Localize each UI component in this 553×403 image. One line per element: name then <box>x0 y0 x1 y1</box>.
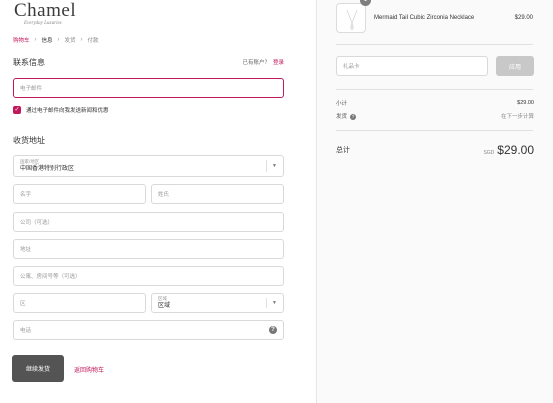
login-prompt: 已有账户？ 登录 <box>242 58 284 66</box>
shipping-value: 在下一步计算 <box>500 114 534 120</box>
brand-logo[interactable]: Chamel Everyday Luxuries <box>14 0 77 26</box>
chevron-down-icon: ▼ <box>272 163 277 169</box>
newsletter-checkbox[interactable]: ✓ <box>13 106 21 114</box>
contact-section-title: 联系信息 <box>13 58 45 67</box>
region-select[interactable]: 区域 区域 ▼ <box>151 293 284 313</box>
total-value: $29.00 <box>497 143 534 157</box>
breadcrumb-cart[interactable]: 购物车 <box>13 36 30 44</box>
have-account-text: 已有账户？ <box>242 60 270 66</box>
summary-divider <box>336 130 533 131</box>
total-label: 总计 <box>336 147 350 154</box>
breadcrumb-info: 信息 <box>41 38 53 44</box>
apartment-placeholder: 公寓、房间号等（可选） <box>20 274 81 280</box>
phone-placeholder: 电话 <box>20 328 32 334</box>
country-select[interactable]: 国家/地区 中国香港特别行政区 ▼ <box>13 155 284 177</box>
necklace-icon <box>346 10 358 30</box>
email-placeholder: 电子邮件 <box>20 86 43 92</box>
summary-divider <box>336 44 533 45</box>
company-placeholder: 公司（可选） <box>20 220 54 226</box>
summary-divider <box>336 89 533 90</box>
subtotal-row: 小计 $29.00 <box>336 99 534 107</box>
chevron-right-icon: › <box>57 37 60 43</box>
return-to-cart-link[interactable]: 返回购物车 <box>74 365 104 374</box>
shipping-cost-row: 发货? 在下一步计算 <box>336 112 534 120</box>
product-name: Mermaid Tail Cubic Zirconia Necklace <box>374 15 475 21</box>
first-name-field[interactable]: 名字 <box>13 184 146 204</box>
chevron-down-icon: ▼ <box>272 300 277 306</box>
phone-field[interactable]: 电话 ? <box>13 320 284 340</box>
checkout-main: Chamel Everyday Luxuries 购物车 › 信息 › 发货 ›… <box>0 0 316 403</box>
chevron-right-icon: › <box>80 37 83 43</box>
apply-button[interactable]: 应用 <box>496 56 534 76</box>
shipping-section-title: 收货地址 <box>13 136 45 145</box>
product-price: $29.00 <box>514 15 533 21</box>
login-link[interactable]: 登录 <box>273 60 284 66</box>
newsletter-label: 通过电子邮件向我发送新闻和优惠 <box>26 108 109 114</box>
total-row: 总计 SGD $29.00 <box>336 141 534 159</box>
last-name-field[interactable]: 姓氏 <box>151 184 284 204</box>
address-placeholder: 地址 <box>20 247 32 253</box>
product-thumbnail <box>336 3 366 33</box>
breadcrumb-shipping: 发货 <box>64 38 76 44</box>
question-icon[interactable]: ? <box>350 113 357 120</box>
subtotal-value: $29.00 <box>517 100 534 106</box>
select-divider <box>266 298 267 308</box>
breadcrumb-payment: 付款 <box>87 38 99 44</box>
first-name-placeholder: 名字 <box>20 192 32 198</box>
total-currency: SGD <box>483 150 495 156</box>
subtotal-label: 小计 <box>336 101 348 107</box>
gift-card-input[interactable]: 礼品卡 <box>336 56 488 76</box>
select-divider <box>266 160 267 172</box>
district-field[interactable]: 区 <box>13 293 146 313</box>
help-icon[interactable]: ? <box>269 326 277 334</box>
chevron-right-icon: › <box>34 37 37 43</box>
company-field[interactable]: 公司（可选） <box>13 212 284 232</box>
brand-tagline: Everyday Luxuries <box>24 21 62 26</box>
email-field[interactable]: 电子邮件 <box>13 78 284 98</box>
country-value: 中国香港特别行政区 <box>20 166 75 172</box>
address-field[interactable]: 地址 <box>13 239 284 259</box>
shipping-label: 发货 <box>336 114 348 120</box>
last-name-placeholder: 姓氏 <box>158 192 170 198</box>
breadcrumb: 购物车 › 信息 › 发货 › 付款 <box>13 36 99 44</box>
apartment-field[interactable]: 公寓、房间号等（可选） <box>13 266 284 286</box>
continue-to-shipping-button[interactable]: 继续发货 <box>12 355 64 382</box>
newsletter-row[interactable]: ✓ 通过电子邮件向我发送新闻和优惠 <box>13 106 109 114</box>
district-placeholder: 区 <box>20 301 26 307</box>
region-value: 区域 <box>158 303 171 309</box>
gift-card-placeholder: 礼品卡 <box>343 64 360 70</box>
brand-name: Chamel <box>14 0 77 21</box>
